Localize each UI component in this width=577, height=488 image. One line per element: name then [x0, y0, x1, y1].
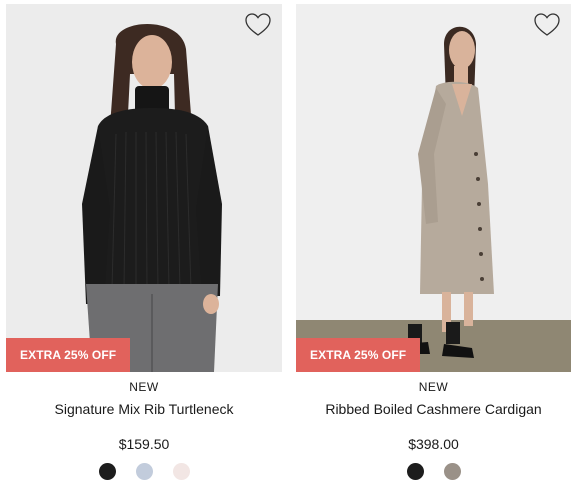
promo-badge: EXTRA 25% OFF: [6, 338, 130, 372]
cardigan-model-photo: [296, 4, 571, 372]
color-swatch-black[interactable]: [406, 463, 424, 480]
product-price: $398.00: [408, 436, 459, 452]
product-price: $159.50: [118, 436, 170, 452]
product-name-link[interactable]: Signature Mix Rib Turtleneck: [6, 401, 282, 417]
wishlist-heart-icon[interactable]: [244, 12, 272, 38]
color-swatches: [296, 463, 571, 480]
turtleneck-model-photo: [6, 4, 282, 372]
product-image[interactable]: [296, 4, 571, 372]
product-card[interactable]: EXTRA 25% OFF NEW Ribbed Boiled Cashmere…: [296, 0, 571, 488]
product-image[interactable]: [6, 4, 282, 372]
color-swatch-taupe[interactable]: [443, 463, 461, 480]
promo-badge: EXTRA 25% OFF: [296, 338, 420, 372]
color-swatch-black[interactable]: [98, 463, 116, 480]
product-name-link[interactable]: Ribbed Boiled Cashmere Cardigan: [296, 401, 571, 417]
new-badge: NEW: [129, 380, 159, 394]
new-badge: NEW: [418, 380, 449, 394]
color-swatch-blush[interactable]: [172, 463, 190, 480]
wishlist-heart-icon[interactable]: [533, 12, 561, 38]
product-card[interactable]: EXTRA 25% OFF NEW Signature Mix Rib Turt…: [6, 0, 282, 488]
color-swatches: [6, 463, 282, 480]
color-swatch-blue[interactable]: [135, 463, 153, 480]
